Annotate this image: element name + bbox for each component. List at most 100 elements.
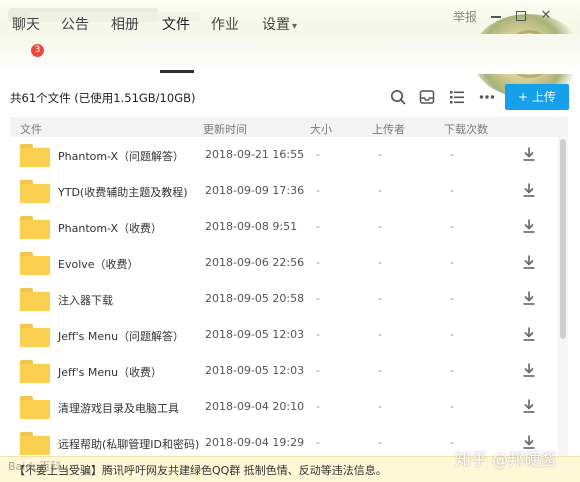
file-updated-time: 2018-09-21 16:55: [205, 148, 305, 161]
maximize-icon[interactable]: [513, 8, 529, 24]
table-row[interactable]: Jeff's Menu（问题解答） 2018-09-05 12:03- - -: [10, 317, 558, 353]
file-updated-time: 2018-09-04 20:10: [205, 400, 305, 413]
file-size: -: [316, 400, 320, 413]
column-header-size[interactable]: 大小: [310, 121, 332, 137]
unread-badge: 3: [31, 44, 44, 57]
download-icon[interactable]: [522, 218, 536, 234]
tab-bar: [0, 34, 580, 74]
list-icon[interactable]: [448, 88, 466, 106]
file-uploader: -: [378, 256, 382, 269]
file-name: Phantom-X（收费）: [58, 222, 163, 235]
file-size: -: [316, 148, 320, 161]
download-icon[interactable]: [522, 182, 536, 198]
chevron-down-icon: ▾: [292, 21, 298, 32]
table-row[interactable]: Evolve（收费） 2018-09-06 22:56- - -: [10, 245, 558, 281]
file-updated-time: 2018-09-09 17:36: [205, 184, 305, 197]
table-row[interactable]: 注入器下载 2018-09-05 20:58- - -: [10, 281, 558, 317]
file-name: Evolve（收费）: [58, 258, 139, 271]
notice-text: 【不要上当受骗】腾讯呼吁网友共建绿色QQ群 抵制色情、反动等违法信息。: [14, 464, 387, 477]
file-size: -: [316, 220, 320, 233]
file-name: 远程帮助(私聊管理ID和密码): [58, 438, 200, 451]
file-uploader: -: [378, 400, 382, 413]
table-row[interactable]: Jeff's Menu（收费） 2018-09-05 12:03- - -: [10, 353, 558, 389]
file-size: -: [316, 364, 320, 377]
folder-icon: [20, 252, 50, 275]
download-icon[interactable]: [522, 362, 536, 378]
download-icon[interactable]: [522, 254, 536, 270]
scrollbar-thumb[interactable]: [560, 139, 566, 339]
file-download-count: -: [450, 364, 454, 377]
file-updated-time: 2018-09-05 12:03: [205, 328, 305, 341]
search-icon[interactable]: [389, 88, 407, 106]
upload-label: 上传: [531, 90, 556, 104]
column-header-updated[interactable]: 更新时间: [203, 121, 247, 137]
column-header-downloads[interactable]: 下载次数: [444, 121, 488, 137]
folder-icon: [20, 432, 50, 455]
file-name: Jeff's Menu（问题解答）: [58, 330, 185, 343]
file-updated-time: 2018-09-05 20:58: [205, 292, 305, 305]
download-icon[interactable]: [522, 398, 536, 414]
file-size: -: [316, 292, 320, 305]
file-download-count: -: [450, 292, 454, 305]
file-uploader: -: [378, 148, 382, 161]
file-download-count: -: [450, 436, 454, 449]
file-download-count: -: [450, 400, 454, 413]
file-uploader: -: [378, 184, 382, 197]
folder-icon: [20, 288, 50, 311]
tab-announcement[interactable]: 公告: [61, 14, 89, 34]
file-uploader: -: [378, 292, 382, 305]
file-name: Jeff's Menu（收费）: [58, 366, 163, 379]
file-name: Phantom-X（问题解答）: [58, 150, 185, 163]
file-name: 注入器下载: [58, 294, 113, 307]
table-row[interactable]: Phantom-X（收费） 2018-09-08 9:51 - - -: [10, 209, 558, 245]
file-download-count: -: [450, 220, 454, 233]
minimize-icon[interactable]: [488, 8, 504, 24]
file-download-count: -: [450, 184, 454, 197]
tab-files[interactable]: 文件: [162, 14, 190, 34]
report-link[interactable]: 举报: [453, 8, 477, 25]
file-name: YTD(收费辅助主题及教程): [58, 186, 188, 199]
file-uploader: -: [378, 220, 382, 233]
file-uploader: -: [378, 364, 382, 377]
column-header-file[interactable]: 文件: [20, 121, 42, 137]
file-uploader: -: [378, 436, 382, 449]
file-download-count: -: [450, 328, 454, 341]
file-updated-time: 2018-09-08 9:51: [205, 220, 298, 233]
tab-settings[interactable]: 设置 ▾: [262, 14, 297, 34]
tab-album[interactable]: 相册: [111, 14, 139, 34]
table-row[interactable]: Phantom-X（问题解答） 2018-09-21 16:55- - -: [10, 137, 558, 173]
tab-chat[interactable]: 聊天: [12, 14, 40, 34]
file-size: -: [316, 256, 320, 269]
close-icon[interactable]: ✕: [538, 8, 554, 24]
active-tab-indicator: [160, 70, 194, 73]
table-header: 文件 更新时间 大小 上传者 下载次数: [10, 117, 568, 137]
watermark-right: 知乎 @邦硬酱: [455, 450, 557, 469]
file-download-count: -: [450, 256, 454, 269]
download-icon[interactable]: [522, 290, 536, 306]
file-name: 清理游戏目录及电脑工具: [58, 402, 179, 415]
file-size: -: [316, 184, 320, 197]
more-icon[interactable]: [478, 88, 496, 106]
plus-icon: +: [518, 90, 532, 104]
file-updated-time: 2018-09-06 22:56: [205, 256, 305, 269]
file-size: -: [316, 436, 320, 449]
file-updated-time: 2018-09-05 12:03: [205, 364, 305, 377]
watermark-left: Baidu百科: [8, 460, 62, 473]
file-size: -: [316, 328, 320, 341]
table-row[interactable]: YTD(收费辅助主题及教程) 2018-09-09 17:36- - -: [10, 173, 558, 209]
folder-icon: [20, 144, 50, 167]
download-icon[interactable]: [522, 326, 536, 342]
upload-button[interactable]: + 上传: [505, 84, 569, 110]
folder-icon: [20, 396, 50, 419]
file-download-count: -: [450, 148, 454, 161]
table-row[interactable]: 清理游戏目录及电脑工具 2018-09-04 20:10- - -: [10, 389, 558, 425]
column-header-uploader[interactable]: 上传者: [372, 121, 405, 137]
file-uploader: -: [378, 328, 382, 341]
download-icon[interactable]: [522, 146, 536, 162]
file-updated-time: 2018-09-04 19:29: [205, 436, 305, 449]
tab-homework[interactable]: 作业: [211, 14, 239, 34]
folder-icon: [20, 324, 50, 347]
tab-settings-label: 设置: [262, 17, 290, 33]
inbox-icon[interactable]: [418, 88, 436, 106]
folder-icon: [20, 216, 50, 239]
